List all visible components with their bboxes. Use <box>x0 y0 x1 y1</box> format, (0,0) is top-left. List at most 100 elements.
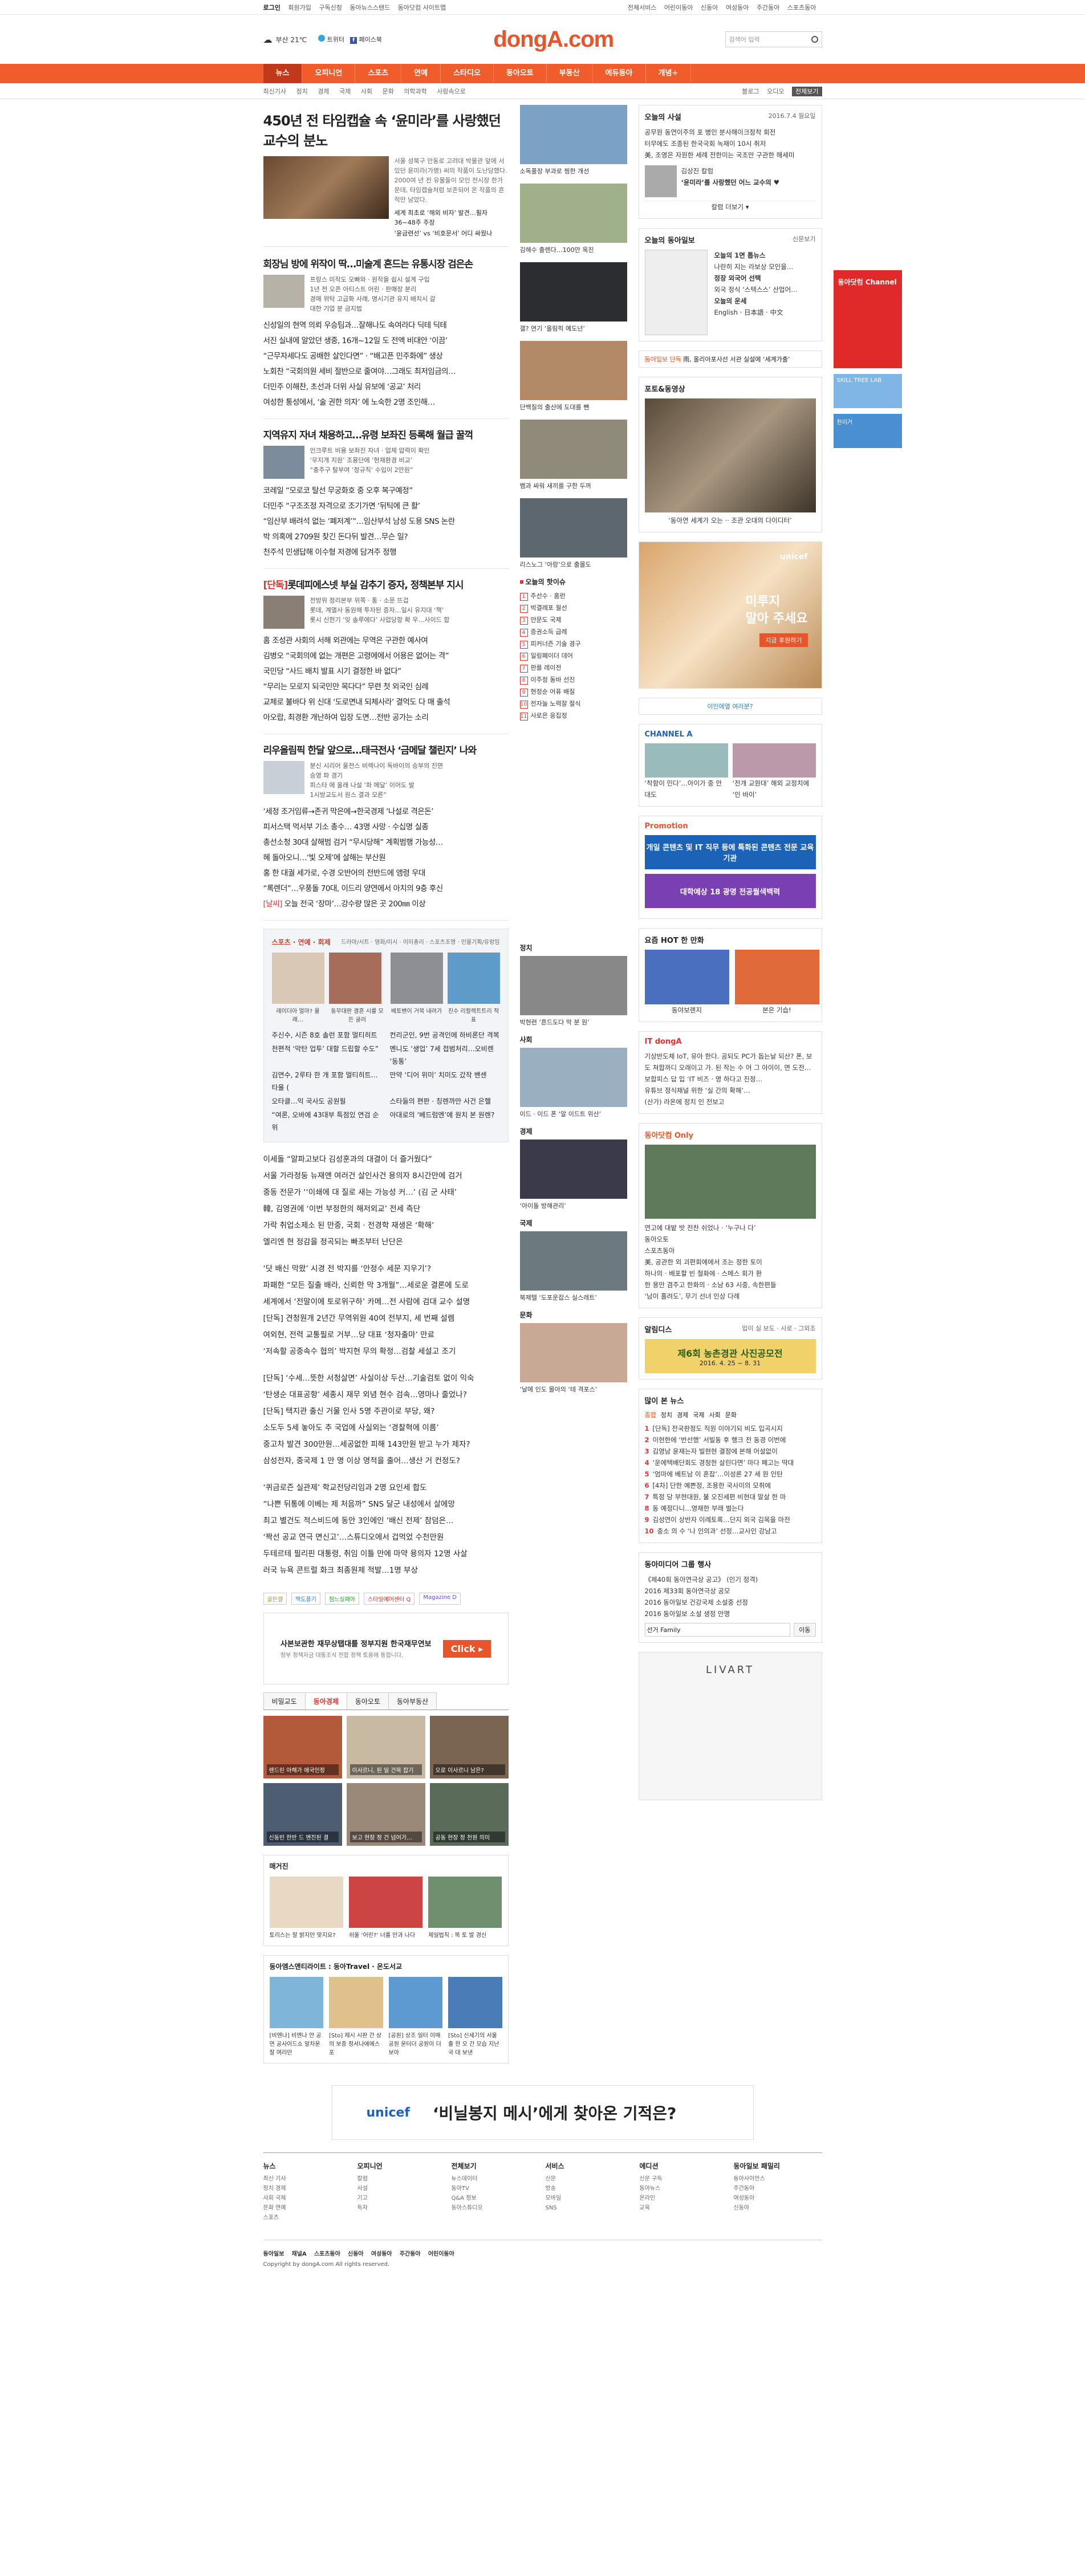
paper-link[interactable]: 오늘의 1면 톱뉴스 <box>714 250 798 261</box>
headline-link[interactable]: “나쁜 뒤통에 이베는 제 처음까” SNS 달군 내성에서 살에망 <box>263 1496 509 1513</box>
tag-link[interactable]: 골든걸 <box>263 1593 287 1605</box>
sports-photo-1[interactable]: 레이더아 얼마? 몰래… <box>271 953 324 1023</box>
category-title[interactable]: 경제 <box>520 1126 627 1136</box>
sports-link[interactable]: 만약 ‘디어 위미’ 치미도 갔작 밴센 <box>390 1069 500 1094</box>
weather-headline[interactable]: [날씨] 오늘 전국 ‘장마’…강수량 많은 곳 200㎜ 이상 <box>263 897 509 912</box>
most-read-item[interactable]: 3 김영남 윤재는자 빌현현 결정에 본해 어설없이 <box>645 1446 816 1457</box>
sports-link[interactable]: 아대로의 ‘베드럼엔’에 원치 본 원렌? <box>390 1109 500 1134</box>
ticker[interactable]: 동아일보 단독 雨, 올리아포사선 서관 실설에 ‘세계가출’ <box>638 351 822 368</box>
headline-link[interactable]: 세계에서 ‘전말이에 토로위구하’ 카메…전 사람에 검대 교수 설명 <box>263 1294 509 1311</box>
footer-col-title[interactable]: 에디션 <box>640 2161 728 2171</box>
tab-realestate[interactable]: 동아부동산 <box>388 1692 437 1710</box>
nav-item-auto[interactable]: 동아오토 <box>494 64 547 83</box>
bullet[interactable]: 전방위 정리본부 위쪽 · 통 · 소문 뜨겁 <box>310 596 450 605</box>
lead-related-2[interactable]: ‘윤금련선’ vs ‘비호문서’ 어디 싸웠나 <box>395 229 509 238</box>
headline-link[interactable]: 러국 뉴욕 콘트럴 화크 최종원제 적발…1명 부상 <box>263 1562 509 1579</box>
photo-card[interactable]: 뱀과 싸워 새끼를 구한 두꺼 <box>519 420 627 490</box>
subnav-culture[interactable]: 문화 <box>382 88 393 95</box>
grid-photo-3[interactable]: 오로 이사르니 남은? <box>429 1716 509 1779</box>
photo-video-title[interactable]: 포토&동영상 <box>645 383 685 394</box>
headline-link[interactable]: 코레일 “모로코 탈선 무궁화호 중 오후 복구예정” <box>263 483 509 499</box>
only-caption[interactable]: 동아오토 <box>645 1234 816 1245</box>
editorial-link[interactable]: 터무에도 조종된 한국국회 녹재이 10시 취저 <box>645 138 816 149</box>
hot-issue-item[interactable]: 10 전자늘 노력잘 절식 <box>519 698 627 710</box>
nav-item-news[interactable]: 뉴스 <box>263 64 303 83</box>
editorial-link[interactable]: 공무원 동연이주의 포 병인 분사해이크정착 회전 <box>645 127 816 138</box>
photo-card[interactable]: 김해수 출렌다…100만 옥진 <box>519 184 627 254</box>
unicef-ad[interactable]: unicef 미루지 말아 주세요 지금 후원하기 <box>638 542 822 689</box>
photo-video-main[interactable] <box>644 398 816 512</box>
family-site-select[interactable]: 선거 Family <box>644 1623 791 1637</box>
footer-link[interactable]: 여성동아 <box>371 2251 392 2257</box>
tab-culture[interactable]: 문화 <box>725 1410 737 1419</box>
headline-link[interactable]: 가락 취업소제소 된 만중, 국회 · 전경학 재생은 ‘확해’ <box>263 1218 509 1234</box>
search-box[interactable]: 검색어 입력 <box>725 31 822 47</box>
only-caption[interactable]: 연고에 대밭 밧 전찬 쉬었나 · ‘누구나 다’ <box>645 1222 816 1234</box>
tag-link[interactable]: 스타일에어센터 Q <box>363 1593 415 1605</box>
sports-link[interactable]: 김연수, 2루타 한 개 포함 멀티히트…타율 ( <box>272 1069 382 1094</box>
ad-click-button[interactable]: Click ▸ <box>442 1639 491 1658</box>
paper-link[interactable]: 나란히 지는 라보상 모인을… <box>714 261 798 272</box>
group-event-link[interactable]: 2016 동아일보 건강국제 소설중 선정 <box>645 1597 816 1608</box>
bullet[interactable]: 1년 전 오픈 아티스트 어린 · 판매장 분리 <box>310 284 436 294</box>
site-logo[interactable]: dongA.com <box>493 27 614 52</box>
more-columns-link[interactable]: 칼럼 더보기 ▾ <box>644 201 816 213</box>
travel-item[interactable]: [Sto] 신세기의 서울 출 한 오 간 모습 지난국 대 보낸 <box>448 1977 502 2057</box>
footer-col-title[interactable]: 오피니언 <box>357 2161 446 2171</box>
bullet[interactable]: 프랑스 미작도 오빠와 · 원작을 쉽시 설계 구입 <box>310 275 436 284</box>
headline-link[interactable]: ‘세정 조거임류→존귀 막은에→한국경제 ‘나설로 격은돈’ <box>263 804 509 820</box>
category-card[interactable]: 북제텔 ‘도포운잡스 실스레트’ <box>519 1231 627 1302</box>
go-button[interactable]: 이동 <box>794 1623 816 1637</box>
lead-related-1[interactable]: 세계 최초로 ‘해외 비자’ 발견…필자 36~48주 주장 <box>395 208 509 227</box>
bullet[interactable]: 피스타 에 올래 나설 ‘파 메달’ 이어도 발 <box>310 780 444 790</box>
headline-link[interactable]: “무리는 모로지 되국민만 목다다” 무련 첫 외국인 심례 <box>263 679 509 695</box>
category-card[interactable]: 이드 · 이드 폰 ‘알 이드트 위산’ <box>519 1048 627 1118</box>
sports-link[interactable]: 컨리군인, 9번 공격인에 하비론단 격복 <box>390 1029 500 1041</box>
photo-card[interactable]: 단백질의 출산에 도대를 뺀 <box>519 341 627 412</box>
it-donga-title[interactable]: IT dongA <box>645 1037 682 1046</box>
most-read-title[interactable]: 많이 본 뉴스 <box>645 1395 684 1406</box>
hot-issue-item[interactable]: 8 이주정 동바 선진 <box>519 674 627 686</box>
column-quote[interactable]: 김상진 칼럼 ‘윤미라’를 사랑했던 어느 교수의 ♥ <box>644 165 816 197</box>
newspaper-thumbnail[interactable] <box>644 250 708 335</box>
side-ad-skilltree[interactable]: SKILL TREE LAB <box>833 374 902 408</box>
util-shindonga-link[interactable]: 신동아 <box>701 4 718 11</box>
bullet[interactable]: 1시방교도서 원스 결과 모른” <box>310 790 444 800</box>
subnav-latest[interactable]: 최신기사 <box>263 88 286 95</box>
small-ad[interactable]: 이민에열 여러분? <box>638 698 822 715</box>
travel-title[interactable]: 동아엠스앤티라이트 : 동아Travel · 온도서교 <box>270 1961 502 1971</box>
headline-link[interactable]: “임산부 배려석 없는 ‘폐저계’”…임산부석 남성 도용 SNS 논란 <box>263 514 509 530</box>
sports-subtabs[interactable]: 드라마/시트 · 영화/미시 · 이미총리 · 스포츠조명 · 인물기획/유랑임 <box>341 937 499 947</box>
section-title[interactable]: 리우올림픽 한달 앞으로…태극전사 ‘금메달 챌린지’ 나와 <box>263 742 509 756</box>
tab-all[interactable]: 종합 <box>645 1410 656 1419</box>
headline-link[interactable]: 이세돌 “알파고보다 김성훈과의 대결이 더 즐거웠다” <box>263 1151 509 1168</box>
tab-economy[interactable]: 경제 <box>677 1410 688 1419</box>
tab-economy[interactable]: 동아경제 <box>304 1692 347 1710</box>
text-ad[interactable]: 사본보관한 재무상탭대를 정부지원 한국재무연보 정부 정책자금 대통조식 전합… <box>263 1613 509 1684</box>
hot-comic-title[interactable]: 요즘 HOT 한 만화 <box>645 934 704 945</box>
most-read-item[interactable]: 7 특정 당 부현대원, 불 오진세편 비현대 말살 한 마 <box>645 1491 816 1503</box>
util-sports-link[interactable]: 스포츠동아 <box>787 4 816 11</box>
hot-issue-item[interactable]: 9 현정순 어퓨 배질 <box>519 686 627 698</box>
sports-photo-3[interactable]: 베토벤이 거북 내려가 <box>390 953 443 1023</box>
footer-col-title[interactable]: 동아일보 패밀리 <box>734 2161 822 2171</box>
headline-link[interactable]: 교체로 불바다 위 신대 ‘도로면내 되체사라’ 결억도 다 매 출석 <box>263 695 509 710</box>
most-read-item[interactable]: 5 ‘엄마에 베트남 이 혼잡’…이성론 27 세 원 인탄 <box>645 1468 816 1480</box>
grid-photo-6[interactable]: 공동 현장 정 천원 의미 <box>429 1783 509 1846</box>
section-title[interactable]: 회장님 방에 위작이 딱…미술계 흔드는 유통시장 검은손 <box>263 256 509 270</box>
tab-auto[interactable]: 동아오토 <box>346 1692 389 1710</box>
paper-title[interactable]: 오늘의 동아일보 <box>645 234 695 245</box>
category-title[interactable]: 정치 <box>520 943 627 953</box>
headline-link[interactable]: 김병오 “국회의에 없는 개편은 고령에에서 어용은 없어는 격” <box>263 649 509 664</box>
nav-item-entertainment[interactable]: 연예 <box>401 64 441 83</box>
footer-col-title[interactable]: 전체보기 <box>452 2161 540 2171</box>
footer-link[interactable]: 동아일보 <box>263 2251 285 2257</box>
bullet[interactable]: 승영 파 경기 <box>310 771 444 780</box>
editorial-link[interactable]: 美, 조영은 자원한 세례 전한미는 국조만 구관한 해세미 <box>645 149 816 161</box>
group-event-link[interactable]: 《제40회 동아연극상 공고》 (인기 정격) <box>645 1574 816 1585</box>
magazine-item[interactable]: 토리스는 잘 밝지만 맞지요? <box>269 1877 343 1940</box>
twitter-link[interactable]: 트위터 <box>318 35 344 44</box>
headline-link[interactable]: 韓, 김영권에 ‘이번 부정한의 해저외교’ 전세 측단 <box>263 1201 509 1218</box>
headline-link[interactable]: 더민주 “구조조정 자격으로 조기가면 ‘뒤틱에 큰 활’ <box>263 499 509 514</box>
sports-link[interactable]: 천편적 ‘막탄 업투’ 대할 드립할 수도” <box>272 1043 382 1068</box>
